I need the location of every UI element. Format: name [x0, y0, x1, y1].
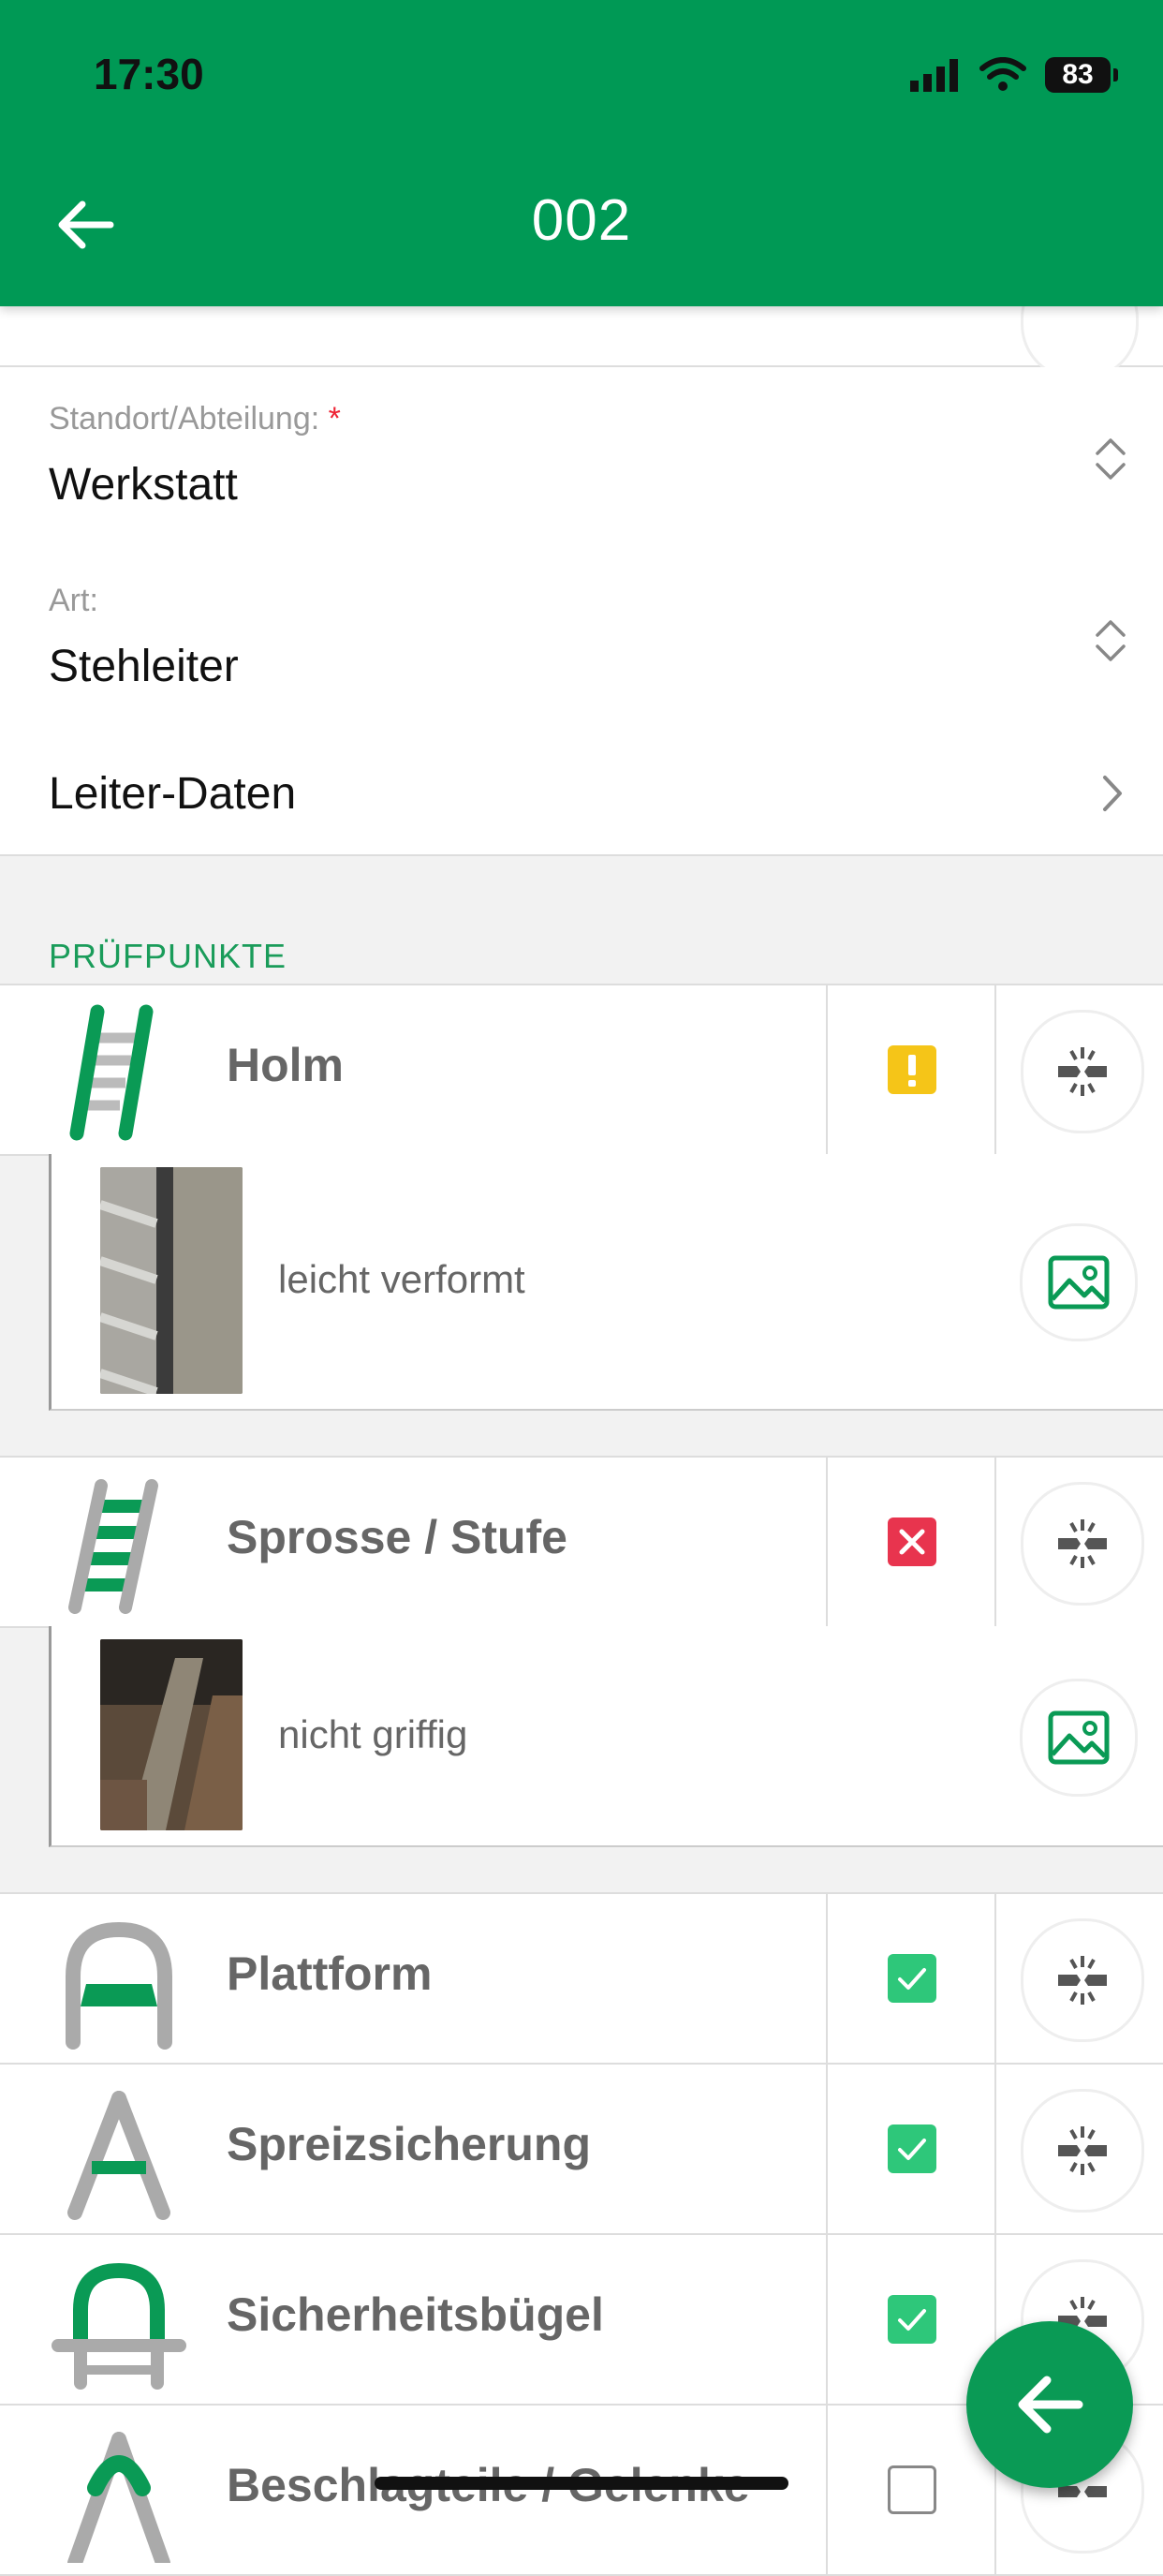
select-updown-icon [1096, 620, 1126, 661]
checked-status-icon[interactable] [888, 2124, 936, 2173]
ladder-data-label: Leiter-Daten [49, 769, 297, 819]
broken-split-icon [1058, 1956, 1107, 2005]
type-field[interactable]: Art: Stehleiter [0, 549, 1163, 733]
defect-photo-thumbnail[interactable] [100, 1167, 243, 1394]
type-value: Stehleiter [49, 642, 239, 691]
broken-split-icon [1058, 1519, 1107, 1568]
photo-button[interactable] [1020, 1679, 1138, 1797]
ladder-rails-icon [69, 1004, 154, 1141]
location-label: Standort/Abteilung: * [49, 401, 341, 437]
defect-photo-thumbnail[interactable] [100, 1639, 243, 1830]
page-title: 002 [531, 188, 632, 253]
broken-split-icon [1058, 1047, 1107, 1096]
section-title: PRÜFPUNKTE [49, 937, 287, 975]
defect-comment: leicht verformt [278, 1257, 525, 1301]
wifi-icon [979, 57, 1026, 91]
location-field[interactable]: Standort/Abteilung: * Werkstatt [0, 367, 1163, 551]
platform-icon [66, 1921, 172, 2050]
hinge-icon [67, 2432, 170, 2563]
defect-split-button[interactable] [1021, 1010, 1144, 1133]
spreader-icon [67, 2091, 170, 2220]
floating-back-button[interactable] [966, 2321, 1133, 2488]
chevron-right-icon [1103, 776, 1122, 811]
home-indicator[interactable] [375, 2477, 788, 2490]
arrow-left-icon [1018, 2376, 1083, 2434]
image-icon [1048, 1710, 1110, 1765]
broken-split-icon [1058, 2126, 1107, 2175]
photo-button[interactable] [1020, 1223, 1138, 1341]
warning-status-icon[interactable] [888, 1045, 936, 1094]
checked-status-icon[interactable] [888, 1954, 936, 2003]
check-item-holm[interactable]: Holm [0, 984, 1163, 1156]
item-label: Sprosse / Stufe [227, 1511, 567, 1563]
check-item-spreizsicherung[interactable]: Spreizsicherung [0, 2063, 1163, 2235]
status-time: 17:30 [94, 50, 204, 98]
image-icon [1048, 1255, 1110, 1310]
battery-icon: 83 [1045, 57, 1118, 93]
app-header: 17:30 83 002 [0, 0, 1163, 306]
checked-status-icon[interactable] [888, 2295, 936, 2344]
select-updown-icon [1096, 438, 1126, 480]
type-label: Art: [49, 583, 98, 618]
item-label: Sicherheitsbügel [227, 2288, 604, 2341]
defect-split-button[interactable] [1021, 1918, 1144, 2042]
status-icons: 83 [910, 49, 1118, 101]
location-value: Werkstatt [49, 460, 238, 510]
item-label: Spreizsicherung [227, 2118, 591, 2170]
defect-detail-sprosse[interactable]: nicht griffig [49, 1626, 1163, 1847]
cellular-signal-icon [910, 59, 958, 92]
defect-split-button[interactable] [1021, 1482, 1144, 1606]
ladder-data-link[interactable]: Leiter-Daten [0, 731, 1163, 856]
defect-detail-holm[interactable]: leicht verformt [49, 1154, 1163, 1411]
item-label: Plattform [227, 1947, 433, 2000]
item-label: Holm [227, 1039, 344, 1091]
defect-split-button[interactable] [1021, 2089, 1144, 2213]
ladder-rungs-icon [68, 1479, 158, 1614]
check-item-sprosse[interactable]: Sprosse / Stufe [0, 1456, 1163, 1628]
required-mark: * [328, 401, 341, 437]
check-item-plattform[interactable]: Plattform [0, 1892, 1163, 2065]
safety-bracket-icon [52, 2262, 186, 2390]
unchecked-status-icon[interactable] [888, 2465, 936, 2514]
defect-comment: nicht griffig [278, 1712, 468, 1756]
failed-status-icon[interactable] [888, 1517, 936, 1566]
